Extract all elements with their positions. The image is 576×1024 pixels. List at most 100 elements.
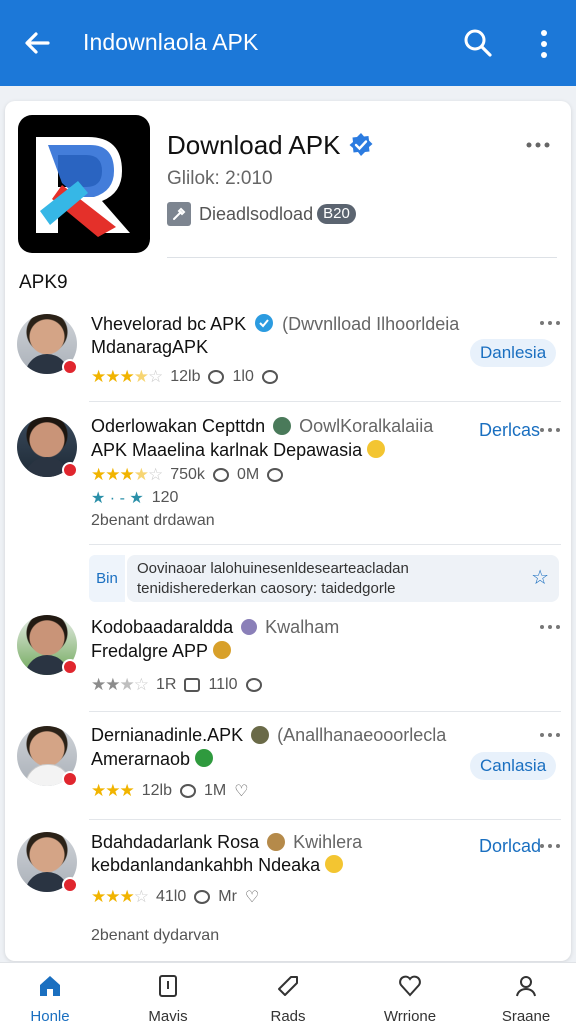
post-note: 2benant drdawan (91, 512, 215, 529)
nav-rads[interactable]: Rads (238, 963, 338, 1024)
comment-icon (212, 468, 229, 482)
status-dot (62, 462, 78, 478)
comment-icon (208, 370, 225, 384)
verified-badge-icon (349, 133, 373, 156)
comment-count: 0M (236, 466, 260, 483)
nav-profile[interactable]: Sraane (476, 963, 576, 1024)
post-stats: ★★★ 12lb 1M ♡ (91, 781, 249, 801)
nav-label: Mavis (148, 1008, 188, 1024)
app-title: Download APK (167, 130, 341, 160)
promo-banner[interactable]: Bin Oovinaoar lalohuinesenldesearteaclad… (89, 555, 559, 602)
rating-count: 1R (155, 676, 177, 693)
download-button[interactable]: Danlesia (470, 339, 557, 367)
post-subtitle: Amerarnaob (91, 749, 214, 770)
leaf-emoji-icon (195, 749, 214, 767)
chat-icon[interactable] (245, 678, 262, 692)
smile-emoji-icon (325, 855, 344, 873)
download-link[interactable]: Dorlcad (479, 836, 541, 857)
verified-badge-icon (255, 314, 274, 332)
post-stats: ★★★☆ 41l0 Mr ♡ (91, 887, 259, 907)
logo-mark-icon (36, 137, 130, 237)
tag-icon (278, 976, 298, 996)
rating-stars: ★★★ (91, 781, 135, 800)
promo-tag: Bin (89, 555, 125, 602)
emoji-icon (273, 417, 292, 435)
search-icon[interactable] (462, 27, 494, 59)
promo-line-1: Oovinaoar lalohuinesenldesearteacladan (137, 560, 409, 577)
rating-count: 12lb (170, 368, 201, 385)
download-badge: B20 (317, 204, 356, 224)
download-tool-icon (167, 202, 191, 226)
back-arrow-icon[interactable] (20, 26, 54, 60)
post-subtitle: Fredalgre APP (91, 641, 231, 662)
profile-icon (516, 976, 536, 997)
rating-stars: ★★★☆ (91, 887, 149, 906)
rating-count: 12lb (141, 782, 172, 799)
chat-icon[interactable] (267, 468, 284, 482)
comment-icon (184, 678, 201, 692)
nav-wishlist[interactable]: Wrrione (360, 963, 460, 1024)
download-row[interactable]: Dieadlsodload B20 (167, 202, 356, 226)
status-dot (62, 771, 78, 787)
more-horiz-icon[interactable] (539, 840, 561, 852)
status-dot (62, 359, 78, 375)
nav-label: Honle (30, 1008, 70, 1024)
nav-movies[interactable]: Mavis (118, 963, 218, 1024)
more-horiz-icon[interactable] (525, 137, 551, 153)
app-logo (18, 115, 150, 253)
more-horiz-icon[interactable] (539, 621, 561, 633)
header-divider (167, 257, 557, 258)
more-vert-icon[interactable] (532, 27, 556, 61)
heart-icon (399, 975, 421, 997)
post-title: Vhevelorad bc APK (Dwvnlload Ilhoorldeia (91, 314, 460, 334)
star-icon[interactable]: ☆ (531, 568, 549, 588)
post-title: Kodobaadaraldda Kwalham (91, 617, 340, 637)
nav-label: Rads (270, 1008, 306, 1024)
emoji-icon (251, 726, 270, 744)
rating-stars: ★★★★☆ (91, 367, 163, 386)
emoji-icon (241, 619, 258, 635)
content-card: Download APK Glilok: 2:010 Dieadlsodload… (5, 101, 571, 961)
extra-count: 120 (151, 489, 179, 506)
emoji-icon (267, 833, 286, 851)
post-subtitle: MdanaragAPK (91, 337, 209, 357)
nav-label: Wrrione (383, 1008, 437, 1024)
post-stats-secondary: ★ · - ★ 120 (91, 488, 178, 508)
divider (89, 544, 561, 545)
comment-count: 11l0 (208, 676, 238, 693)
divider (89, 711, 561, 712)
post-title: Bdahdadarlank Rosa Kwihlera (91, 832, 363, 852)
more-horiz-icon[interactable] (539, 424, 561, 436)
rating-count: 750k (170, 466, 205, 483)
heart-icon[interactable]: ♡ (234, 781, 248, 801)
nav-home[interactable]: Honle (0, 963, 100, 1024)
comment-icon (194, 890, 211, 904)
comment-count: 1l0 (232, 368, 254, 385)
post-stats: ★★★☆ 1R 11l0 (91, 675, 262, 695)
post-stats: ★★★★☆ 12lb 1l0 (91, 367, 278, 387)
post-note: 2benant dydarvan (91, 927, 220, 944)
more-horiz-icon[interactable] (539, 317, 561, 329)
post-title: Dernianadinle.APK (Anallhanaeooorlecla (91, 725, 447, 745)
post-stats: ★★★★☆ 750k 0M (91, 465, 284, 485)
divider (89, 401, 561, 402)
post-subtitle: APK Maaelina karlnak Depawasia (91, 440, 386, 461)
home-icon (40, 976, 60, 996)
more-horiz-icon[interactable] (539, 729, 561, 741)
page-title: Indownlaola APK (83, 29, 259, 55)
promo-line-2: tenidisherederkan caosory: taidedgorle (137, 580, 396, 597)
comment-count: Mr (218, 888, 237, 905)
divider (89, 819, 561, 820)
smile-emoji-icon (367, 440, 386, 458)
chat-icon[interactable] (261, 370, 278, 384)
rating-stars: ★★★★☆ (91, 465, 163, 484)
comment-icon (179, 784, 196, 798)
rating-count: 41l0 (155, 888, 187, 905)
section-label: APK9 (19, 272, 68, 293)
heart-icon[interactable]: ♡ (245, 887, 259, 907)
nav-label: Sraane (501, 1008, 551, 1024)
download-label: Dieadlsodload (199, 203, 314, 224)
download-link[interactable]: Derlcas (479, 420, 540, 441)
download-button[interactable]: Canlasia (470, 752, 557, 780)
post-subtitle: kebdanlandankahbh Ndeaka (91, 855, 344, 876)
